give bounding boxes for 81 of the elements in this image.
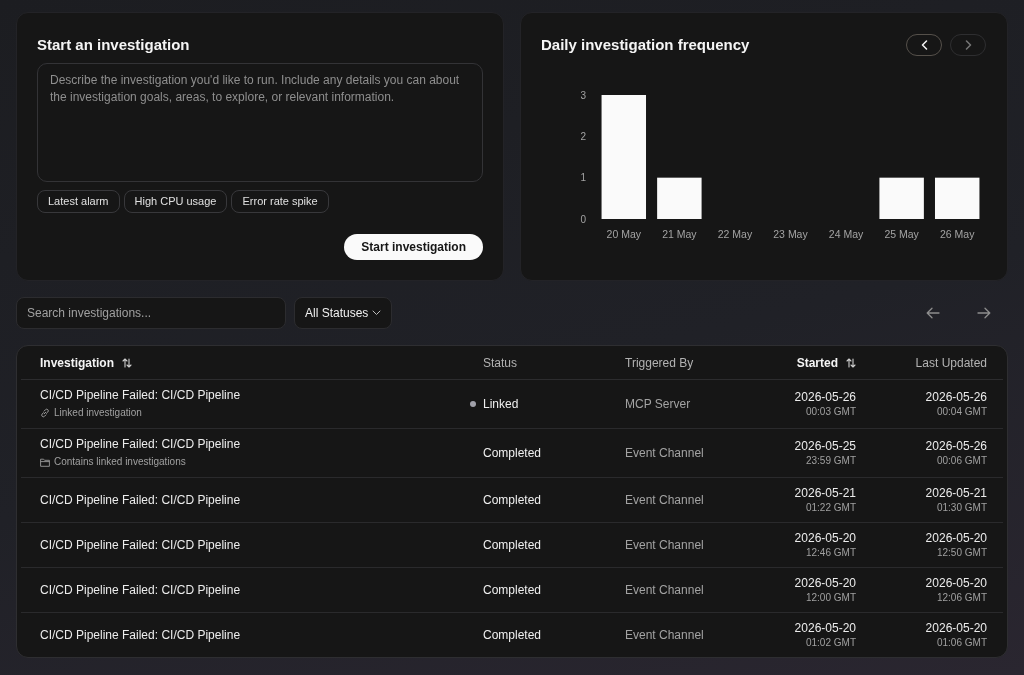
status-text: Completed — [483, 582, 542, 599]
trigger-source: Event Channel — [625, 537, 705, 554]
axis-tick-label: 3 — [580, 89, 586, 101]
started-date: 2026-05-20 — [794, 531, 856, 546]
started-date: 2026-05-26 — [794, 390, 856, 405]
investigation-title[interactable]: CI/CD Pipeline Failed: CI/CD Pipeline — [40, 437, 470, 452]
status-text: Completed — [483, 445, 542, 462]
updated-date: 2026-05-26 — [925, 439, 987, 454]
updated-date: 2026-05-26 — [925, 390, 987, 405]
chart-bar — [935, 177, 980, 219]
axis-tick-label: 0 — [580, 213, 586, 225]
status-filter-dropdown[interactable]: All Statuses — [294, 297, 393, 329]
trigger-source: Event Channel — [625, 627, 705, 644]
chart-bar — [657, 177, 702, 219]
trigger-source: Event Channel — [625, 582, 705, 599]
updated-time: 00:04 GMT — [936, 405, 987, 418]
started-date: 2026-05-21 — [794, 486, 856, 501]
card-title: Start an investigation — [37, 34, 190, 55]
column-header: Last Updated — [915, 354, 987, 372]
folder-icon — [40, 457, 50, 467]
investigation-title[interactable]: CI/CD Pipeline Failed: CI/CD Pipeline — [40, 492, 470, 508]
investigation-title[interactable]: CI/CD Pipeline Failed: CI/CD Pipeline — [40, 537, 470, 553]
started-time: 01:02 GMT — [805, 636, 856, 649]
updated-date: 2026-05-20 — [925, 621, 987, 636]
started-time: 23:59 GMT — [805, 454, 856, 467]
status-text: Linked — [483, 396, 519, 413]
investigation-title[interactable]: CI/CD Pipeline Failed: CI/CD Pipeline — [40, 582, 470, 598]
chart-bar — [879, 177, 924, 219]
arrow-right-icon — [977, 307, 991, 319]
started-date: 2026-05-20 — [794, 576, 856, 591]
updated-time: 00:06 GMT — [936, 454, 987, 467]
arrow-left-icon — [926, 307, 940, 319]
suggestion-chip[interactable]: Latest alarm — [37, 190, 120, 213]
prompt-input-field[interactable]: Describe the investigation you'd like to run. Include any details you can about the investigation goals, areas, to explore, or relevant information. — [37, 63, 483, 182]
axis-category-label: 23 May — [773, 228, 808, 240]
axis-category-label: 26 May — [940, 228, 975, 240]
axis-category-label: 24 May — [828, 228, 864, 240]
column-header: Triggered By — [625, 354, 694, 372]
axis-tick-label: 1 — [580, 172, 586, 184]
chevron-right-icon — [964, 40, 972, 50]
column-header[interactable]: Investigation — [40, 353, 114, 372]
updated-time: 12:06 GMT — [936, 591, 987, 604]
updated-time: 01:30 GMT — [936, 501, 987, 514]
suggestion-chip[interactable]: High CPU usage — [123, 190, 228, 213]
updated-date: 2026-05-21 — [925, 486, 987, 501]
chevron-down-icon — [372, 310, 382, 316]
investigation-note: Contains linked investigations — [54, 455, 186, 469]
axis-category-label: 22 May — [717, 228, 753, 240]
chevron-left-icon — [920, 40, 928, 50]
started-date: 2026-05-20 — [794, 621, 856, 636]
status-text: Completed — [483, 492, 542, 509]
started-time: 01:22 GMT — [805, 501, 856, 514]
search-field[interactable]: Search investigations... — [16, 297, 286, 329]
status-text: Completed — [483, 537, 542, 554]
column-header[interactable]: Started — [796, 353, 838, 372]
trigger-source: MCP Server — [625, 396, 692, 413]
investigation-title[interactable]: CI/CD Pipeline Failed: CI/CD Pipeline — [40, 627, 470, 643]
updated-date: 2026-05-20 — [925, 531, 987, 546]
trigger-source: Event Channel — [625, 492, 705, 509]
suggestion-chip[interactable]: Error rate spike — [231, 190, 329, 213]
sort-icon[interactable] — [846, 357, 856, 368]
trigger-source: Event Channel — [625, 445, 705, 462]
started-time: 12:46 GMT — [805, 546, 856, 559]
link-icon — [40, 408, 50, 418]
started-time: 00:03 GMT — [805, 405, 856, 418]
axis-category-label: 25 May — [884, 228, 919, 240]
axis-tick-label: 2 — [580, 130, 586, 142]
investigation-title[interactable]: CI/CD Pipeline Failed: CI/CD Pipeline — [40, 388, 470, 403]
start-investigation-button[interactable]: Start investigation — [344, 234, 483, 260]
axis-category-label: 20 May — [606, 228, 641, 240]
column-header: Status — [483, 354, 518, 372]
started-time: 12:00 GMT — [805, 591, 856, 604]
axis-category-label: 21 May — [662, 228, 697, 240]
updated-time: 01:06 GMT — [936, 636, 987, 649]
status-text: Completed — [483, 627, 542, 644]
investigation-note: Linked investigation — [54, 406, 142, 420]
updated-time: 12:50 GMT — [936, 546, 987, 559]
sort-icon[interactable] — [122, 357, 132, 368]
updated-date: 2026-05-20 — [925, 576, 987, 591]
started-date: 2026-05-25 — [794, 439, 856, 454]
card-title: Daily investigation frequency — [541, 34, 750, 55]
